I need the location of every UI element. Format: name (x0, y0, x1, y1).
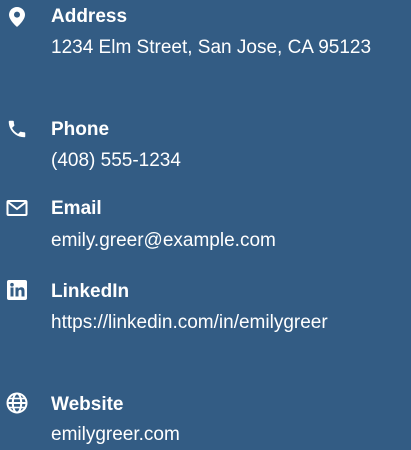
email-value[interactable]: emily.greer@example.com (51, 225, 383, 257)
address-value: 1234 Elm Street, San Jose, CA 95123 (51, 37, 372, 58)
linkedin-value[interactable]: https://linkedin.com/in/emilygreer (51, 307, 383, 339)
website-value[interactable]: emilygreer.com (51, 419, 383, 450)
website-label: Website (51, 394, 124, 415)
location-pin-icon (4, 4, 30, 30)
phone-label: Phone (51, 119, 110, 140)
email-label: Email (51, 198, 102, 219)
contact-panel: Address 1234 Elm Street, San Jose, CA 95… (0, 0, 411, 450)
envelope-icon (4, 195, 30, 221)
address-label: Address (51, 6, 128, 27)
linkedin-icon (4, 277, 30, 303)
phone-value[interactable]: (408) 555-1234 (51, 145, 383, 177)
globe-icon (4, 390, 30, 416)
linkedin-label: LinkedIn (51, 281, 130, 302)
phone-icon (4, 116, 30, 142)
